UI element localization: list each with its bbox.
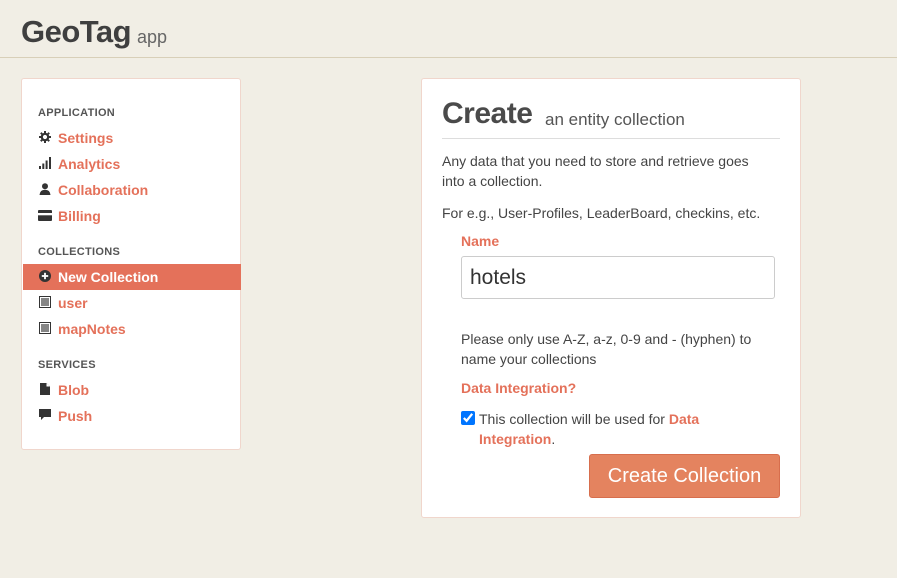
sidebar-item-label: user xyxy=(58,295,88,311)
panel-description: Any data that you need to store and retr… xyxy=(442,153,749,189)
panel-title-main: Create xyxy=(442,97,533,130)
panel-title-sub: an entity collection xyxy=(545,110,685,129)
sidebar-item-settings[interactable]: Settings xyxy=(22,125,240,151)
comment-icon xyxy=(38,408,52,422)
sidebar-item-label: New Collection xyxy=(58,269,159,285)
sidebar-item-new-collection[interactable]: New Collection xyxy=(23,264,241,290)
name-hint: Please only use A-Z, a-z, 0-9 and - (hyp… xyxy=(461,331,752,367)
gear-icon xyxy=(38,130,52,144)
create-collection-button[interactable]: Create Collection xyxy=(589,454,780,498)
data-integration-label: Data Integration? xyxy=(461,380,577,396)
name-label: Name xyxy=(461,233,500,249)
data-integration-text: This collection will be used for Data In… xyxy=(479,409,749,449)
panel-example: For e.g., User-Profiles, LeaderBoard, ch… xyxy=(442,205,761,221)
section-heading-services: SERVICES xyxy=(38,359,96,371)
sidebar-item-label: Push xyxy=(58,408,93,424)
sidebar-item-mapnotes[interactable]: mapNotes xyxy=(22,316,240,342)
list-icon xyxy=(38,321,52,335)
app-subtitle: app xyxy=(137,27,168,47)
sidebar-item-label: Billing xyxy=(58,208,101,224)
plus-circle-icon xyxy=(38,269,52,283)
sidebar-item-label: Blob xyxy=(58,382,90,398)
file-icon xyxy=(38,382,52,396)
sidebar-item-label: mapNotes xyxy=(58,321,126,337)
sidebar-item-push[interactable]: Push xyxy=(22,403,240,429)
sidebar-item-billing[interactable]: Billing xyxy=(22,203,240,229)
credit-card-icon xyxy=(38,208,52,222)
sidebar-item-label: Settings xyxy=(58,130,114,146)
create-collection-panel: Create an entity collection Any data tha… xyxy=(421,78,801,518)
data-integration-checkbox[interactable] xyxy=(461,411,475,425)
sidebar-item-label: Collaboration xyxy=(58,182,149,198)
checkbox-text-prefix: This collection will be used for xyxy=(479,411,665,427)
panel-title: Create an entity collection xyxy=(442,97,780,139)
app-title[interactable]: GeoTag xyxy=(21,14,132,50)
sidebar-item-user[interactable]: user xyxy=(22,290,240,316)
list-icon xyxy=(38,295,52,309)
sidebar: APPLICATION Settings Analytics Collabora… xyxy=(21,78,241,450)
user-icon xyxy=(38,182,52,196)
app-header: GeoTag app xyxy=(0,0,897,58)
sidebar-item-blob[interactable]: Blob xyxy=(22,377,240,403)
sidebar-item-analytics[interactable]: Analytics xyxy=(22,151,240,177)
section-heading-application: APPLICATION xyxy=(38,107,116,119)
name-input[interactable] xyxy=(461,256,775,299)
checkbox-text-suffix: . xyxy=(551,431,556,447)
section-heading-collections: COLLECTIONS xyxy=(38,246,121,258)
sidebar-item-label: Analytics xyxy=(58,156,121,172)
signal-bars-icon xyxy=(38,156,52,170)
sidebar-item-collaboration[interactable]: Collaboration xyxy=(22,177,240,203)
